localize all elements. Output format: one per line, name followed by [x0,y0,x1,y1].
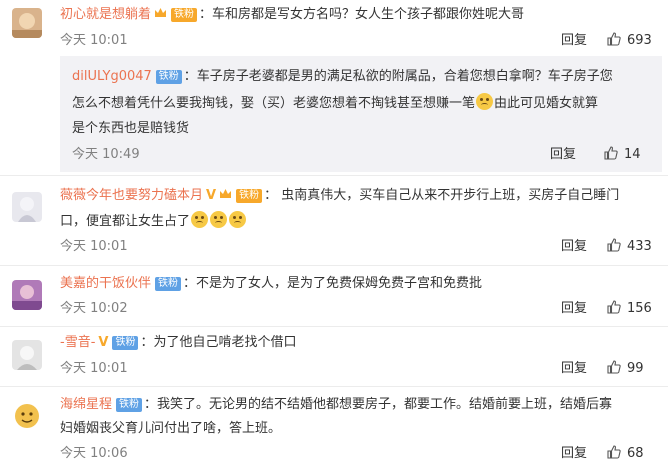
like-button[interactable]: 99 [607,359,644,379]
comment-header: 薇薇今年也要努力磕本月 V 铁粉： 虫南真伟大，买车自己从来不开步行上班，买房子自己… [60,186,619,206]
comment-text-line1: ：我笑了。无论男的结不结婚他都想要房子，都要工作。结婚前要上班，结婚后寡 [144,397,613,412]
comment-time: 今天 10:01 [60,239,128,254]
reply-button[interactable]: 回复 [561,299,587,319]
avatar[interactable] [12,8,42,38]
comment-header: 海绵星程 铁粉 ：我笑了。无论男的结不结婚他都想要房子，都要工作。结婚前要上班，结婚… [60,395,612,415]
thumbs-up-icon [607,445,621,459]
divider [0,175,668,176]
comment-text-line1: ： 虫南真伟大，买车自己从来不开步行上班，买房子自己睡门 [264,188,620,203]
like-count: 156 [627,301,652,316]
reply-user-name[interactable]: dilULYg0047 [72,69,152,84]
like-button[interactable]: 14 [604,145,641,165]
like-count: 99 [627,361,644,376]
emoji-icon [229,211,247,228]
reply-text-line1: ：车子房子老婆都是男的满足私欲的附属品，合着您想白拿啊？车子房子您 [183,69,613,84]
user-name[interactable]: 薇薇今年也要努力磕本月 [60,188,203,203]
crown-icon [220,189,232,198]
avatar[interactable] [12,280,42,310]
like-count: 433 [627,239,652,254]
comment-time: 今天 10:06 [60,446,128,461]
fan-badge[interactable]: 铁粉 [155,70,182,84]
user-name[interactable]: 海绵星程 [60,397,112,412]
emoji-icon [210,211,228,228]
fan-badge[interactable]: 铁粉 [116,398,143,412]
comment-time: 今天 10:01 [60,33,128,48]
avatar[interactable] [12,340,42,370]
like-button[interactable]: 68 [607,444,644,464]
comment-header: 美嘉的干饭伙伴 铁粉 ：不是为了女人，是为了免费保姆免费子宫和免费批 [60,274,482,294]
like-count: 693 [627,33,652,48]
reply-button[interactable]: 回复 [561,31,587,51]
comment-text: ：为了他自己啃老找个借口 [140,335,297,350]
avatar[interactable] [12,401,42,431]
fan-badge[interactable]: 铁粉 [236,189,263,203]
crown-icon [155,8,167,17]
reply-text-line2: 怎么不想着凭什么要我掏钱，娶（买）老婆您想着不掏钱甚至想赚一笔 由此可见婚女就算 [72,93,598,114]
comment-time: 今天 10:02 [60,301,128,316]
reply-text-line3: 是个东西也是赔钱货 [72,121,190,136]
like-button[interactable]: 693 [607,31,652,51]
reply-button[interactable]: 回复 [550,145,576,165]
fan-badge[interactable]: 铁粉 [112,336,139,350]
like-button[interactable]: 433 [607,237,652,257]
comment-header: -雪音- V 铁粉 ：为了他自己啃老找个借口 [60,333,296,353]
comment-time: 今天 10:01 [60,361,128,376]
user-name[interactable]: 初心就是想躺着 [60,7,151,22]
like-count: 14 [624,147,641,162]
v-verified-icon: V [206,188,217,203]
thumbs-up-icon [607,360,621,374]
fan-badge[interactable]: 铁粉 [155,277,182,291]
reply-button[interactable]: 回复 [561,359,587,379]
thumbs-up-icon [607,238,621,252]
divider [0,386,668,387]
user-name[interactable]: -雪音- [60,335,95,350]
comment-text-line2: 口，便宜都让女生占了 [60,211,247,232]
like-count: 68 [627,446,644,461]
comment-text: ：车和房都是写女方名吗？女人生个孩子都跟你姓呢大哥 [199,7,525,22]
reply-button[interactable]: 回复 [561,237,587,257]
divider [0,326,668,327]
comment-thread: 初心就是想躺着 铁粉 ：车和房都是写女方名吗？女人生个孩子都跟你姓呢大哥 今天 10… [0,0,668,467]
thumbs-up-icon [604,146,618,160]
comment-text-line2: 妇婚姻丧父育儿问付出了啥，答上班。 [60,421,282,436]
comment-header: 初心就是想躺着 铁粉 ：车和房都是写女方名吗？女人生个孩子都跟你姓呢大哥 [60,5,524,25]
divider [0,265,668,266]
reply-header: dilULYg0047 铁粉 ：车子房子老婆都是男的满足私欲的附属品，合着您想白拿啊… [72,67,613,87]
thumbs-up-icon [607,300,621,314]
reply-time: 今天 10:49 [72,147,140,162]
v-verified-icon: V [98,335,109,350]
thumbs-up-icon [607,32,621,46]
like-button[interactable]: 156 [607,299,652,319]
fan-badge[interactable]: 铁粉 [171,8,198,22]
avatar[interactable] [12,192,42,222]
emoji-icon [191,211,209,228]
reply-button[interactable]: 回复 [561,444,587,464]
comment-text: ：不是为了女人，是为了免费保姆免费子宫和免费批 [183,276,483,291]
user-name[interactable]: 美嘉的干饭伙伴 [60,276,151,291]
emoji-icon [476,93,494,110]
